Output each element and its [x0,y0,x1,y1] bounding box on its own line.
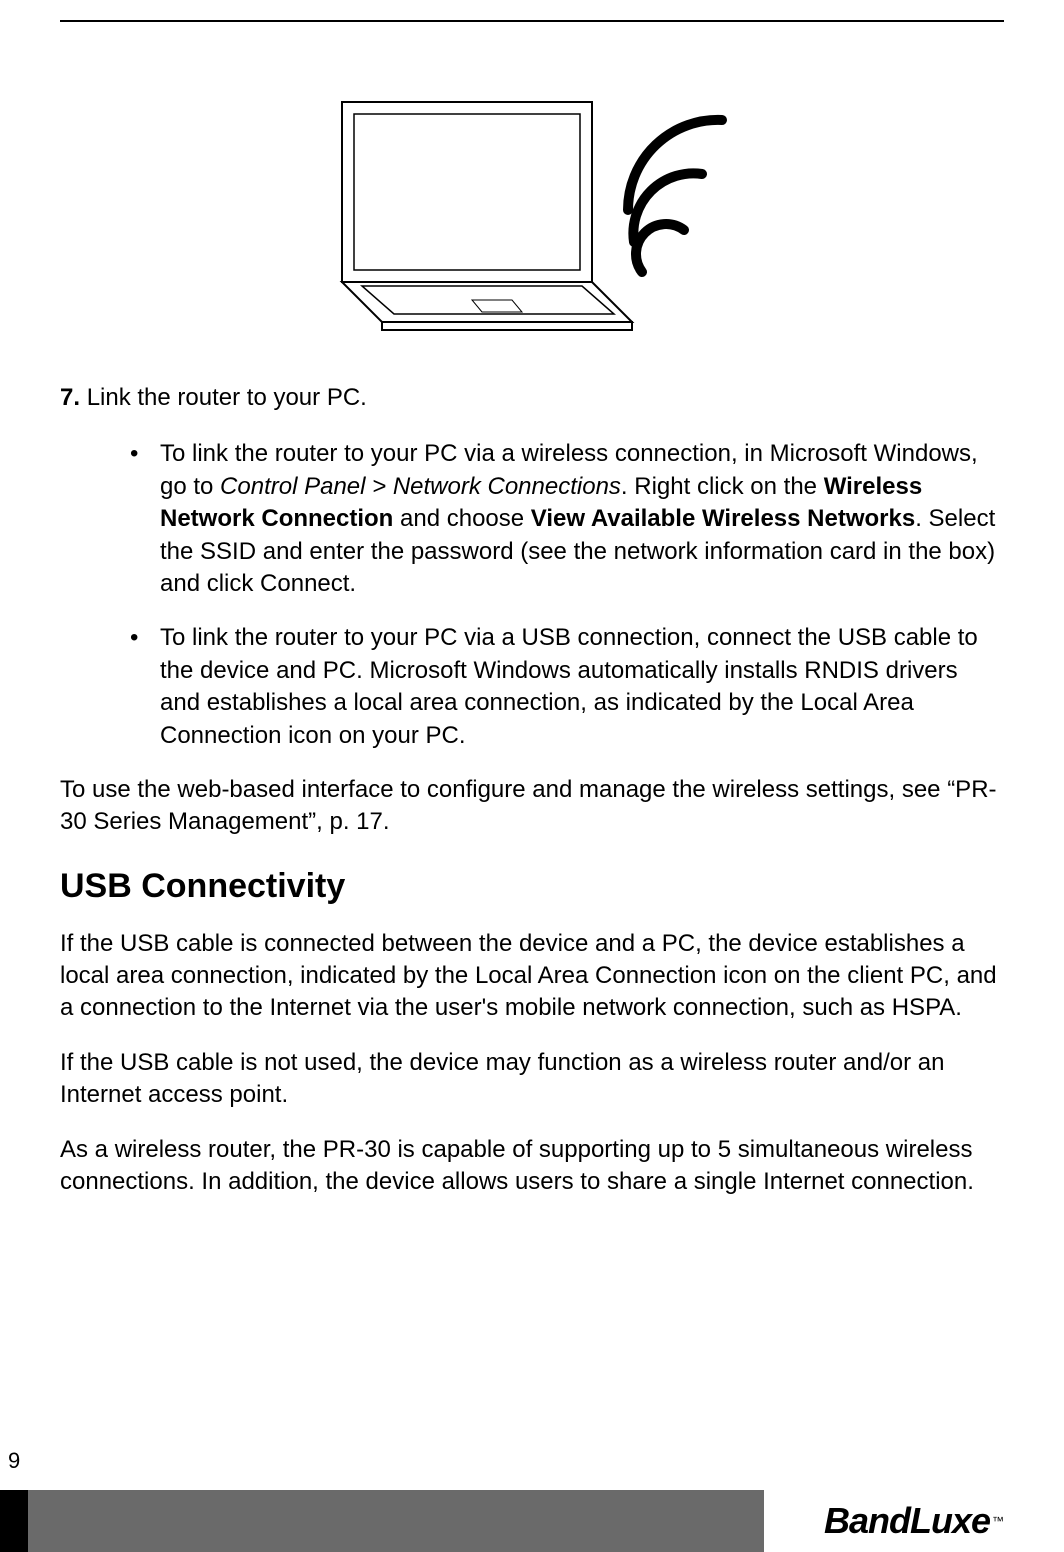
footer-block-gray [28,1490,764,1552]
bullet-dot-icon [130,622,160,752]
logo-text: BandLuxe [824,1500,990,1542]
bullet-list: To link the router to your PC via a wire… [60,438,1004,752]
step-text: Link the router to your PC. [87,384,367,411]
footer-block-black [0,1490,28,1552]
bullet-dot-icon [130,438,160,600]
bullet-item: To link the router to your PC via a USB … [130,622,1004,752]
text-run-italic: Control Panel > Network Connections [220,473,621,500]
page-content: 7. Link the router to your PC. To link t… [0,0,1064,1198]
step-7: 7. Link the router to your PC. [60,382,1004,414]
page-number: 9 [8,1448,20,1474]
text-run: To link the router to your PC via a USB … [160,624,978,748]
laptop-wifi-icon [332,52,732,332]
brand-logo: BandLuxe™ [764,1490,1064,1552]
section-heading-usb: USB Connectivity [60,867,1004,906]
footer-bar: BandLuxe™ [0,1490,1064,1552]
text-run: . Right click on the [621,473,824,500]
bullet-text: To link the router to your PC via a wire… [160,438,1004,600]
paragraph: As a wireless router, the PR-30 is capab… [60,1134,1004,1199]
bullet-text: To link the router to your PC via a USB … [160,622,1004,752]
illustration-area [60,52,1004,332]
trademark-icon: ™ [992,1514,1004,1528]
paragraph: If the USB cable is not used, the device… [60,1047,1004,1112]
text-run-bold: View Available Wireless Networks [531,505,915,532]
bullet-item: To link the router to your PC via a wire… [130,438,1004,600]
text-run: and choose [393,505,530,532]
paragraph: To use the web-based interface to config… [60,774,1004,839]
step-number: 7. [60,384,80,411]
top-rule [60,20,1004,22]
paragraph: If the USB cable is connected between th… [60,928,1004,1025]
